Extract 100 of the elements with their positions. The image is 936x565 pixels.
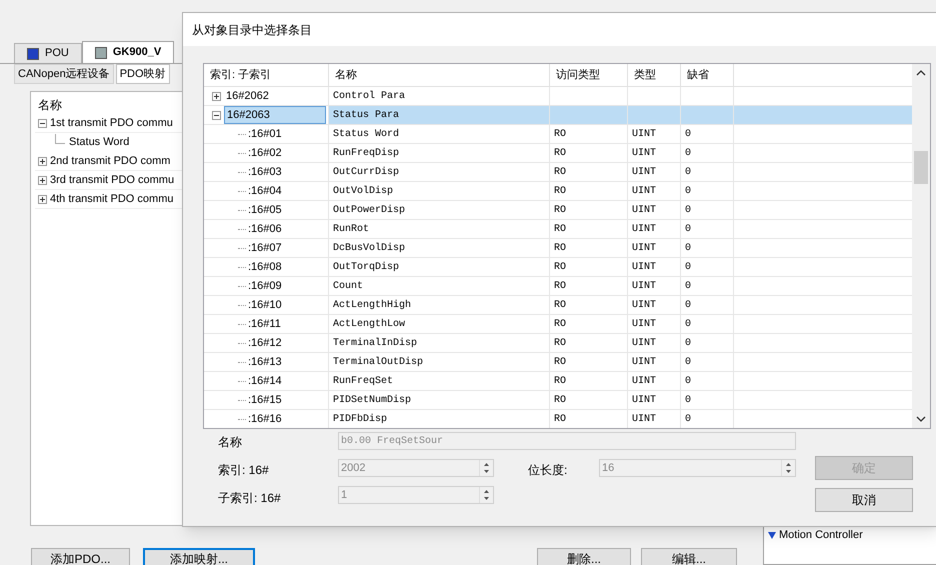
table-cell-text: RO <box>554 336 566 350</box>
table-cell-text: 16#2062 <box>225 88 270 104</box>
table-cell-text: OutTorqDisp <box>333 260 400 274</box>
tab[interactable]: GK900_V <box>82 41 174 63</box>
expand-icon[interactable] <box>212 92 221 100</box>
column-header[interactable]: 类型 <box>628 64 681 86</box>
table-cell: 16#2063 <box>224 106 326 124</box>
collapse-icon[interactable] <box>38 118 47 128</box>
field-label: 索引: 16# <box>218 462 269 479</box>
column-header[interactable]: 名称 <box>329 64 550 86</box>
table-cell-text: 0 <box>685 128 692 142</box>
table-cell-text: RO <box>554 318 566 332</box>
table-cell-text: PIDSetNumDisp <box>333 394 412 408</box>
table-cell-text: :16#14 <box>248 374 282 389</box>
table-cell-text: :16#07 <box>248 240 282 256</box>
table-cell-text: UINT <box>632 374 656 388</box>
tree-item[interactable]: 2nd transmit PDO comm <box>50 152 170 170</box>
table-cell-text: RO <box>554 280 566 294</box>
table-cell-text: OutVolDisp <box>333 184 394 198</box>
expand-icon[interactable] <box>38 194 47 204</box>
scrollbar-thumb[interactable] <box>914 151 928 184</box>
table-cell-text: UINT <box>632 204 656 218</box>
table-cell-text: RO <box>554 356 566 370</box>
table-cell-text: UINT <box>632 146 656 160</box>
scroll-up-icon[interactable] <box>916 70 926 76</box>
table-cell-text: UINT <box>632 318 656 332</box>
table-cell-text: UINT <box>632 394 656 408</box>
table-cell-text: 0 <box>685 280 692 294</box>
table-cell-text: 0 <box>685 242 692 256</box>
collapse-icon[interactable] <box>212 110 221 120</box>
table-cell-text: :16#13 <box>248 354 282 370</box>
table-cell-text: RO <box>554 260 566 274</box>
table-cell-text: 0 <box>685 356 692 370</box>
table-cell-text: OutPowerDisp <box>333 204 406 218</box>
table-cell-text: RO <box>554 242 566 256</box>
table-cell-text: UINT <box>632 166 656 180</box>
table-cell-text: RunFreqSet <box>333 374 394 388</box>
table-cell-text: UINT <box>632 356 656 370</box>
table-cell-text: :16#15 <box>248 392 282 408</box>
table-row[interactable]: 16#2063 Status Para <box>204 106 914 125</box>
button[interactable]: 添加映射... <box>143 548 255 565</box>
table-cell-text: :16#05 <box>248 202 282 218</box>
tree-item[interactable]: 3rd transmit PDO commu <box>50 172 174 188</box>
tree-item[interactable]: 1st transmit PDO commu <box>50 114 173 132</box>
field-label: 子索引: 16# <box>218 490 281 507</box>
table-cell-text: UINT <box>632 260 656 274</box>
tab[interactable]: POU <box>14 43 82 63</box>
collapse-icon[interactable] <box>768 532 776 538</box>
column-header[interactable]: 缺省 <box>681 64 734 86</box>
table-cell-text: :16#11 <box>248 316 281 332</box>
table-cell-text: ActLengthLow <box>333 318 406 332</box>
table-cell-text: 0 <box>685 336 692 350</box>
field-label: 位长度: <box>528 462 568 479</box>
table-cell-text: Status Para <box>333 108 400 122</box>
table-cell-text: PIDFbDisp <box>333 412 388 426</box>
table-cell-text: RO <box>554 298 566 312</box>
table-cell-text: 0 <box>685 318 692 332</box>
table-cell-text: :16#04 <box>248 184 282 199</box>
table-cell-text: ActLengthHigh <box>333 298 412 312</box>
table-cell-text: 0 <box>685 166 692 180</box>
button[interactable]: 删除... <box>537 548 631 565</box>
table-cell-text: :16#16 <box>248 412 282 427</box>
table-cell-text: :16#01 <box>248 126 282 142</box>
table-cell-text: :16#03 <box>248 164 282 180</box>
table-cell-text: OutCurrDisp <box>333 166 400 180</box>
column-header[interactable]: 访问类型 <box>550 64 628 86</box>
button[interactable]: 编辑... <box>641 548 737 565</box>
table-cell-text: :16#08 <box>248 260 282 275</box>
table-cell-text: Count <box>333 280 364 294</box>
table-cell-text: UINT <box>632 280 656 294</box>
table-cell-text: 0 <box>685 394 692 408</box>
table-cell-text: 0 <box>685 260 692 274</box>
tree-item[interactable]: Status Word <box>69 134 130 151</box>
button[interactable]: 取消 <box>815 488 913 512</box>
table-cell-text: 0 <box>685 412 692 426</box>
table-cell-text: 0 <box>685 204 692 218</box>
button[interactable]: 添加PDO... <box>31 548 130 565</box>
tree-item[interactable]: 4th transmit PDO commu <box>50 190 174 208</box>
table-cell-text: UINT <box>632 298 656 312</box>
table-cell-text: RO <box>554 166 566 180</box>
expand-icon[interactable] <box>38 156 47 166</box>
vertical-scrollbar[interactable] <box>912 64 930 428</box>
table-cell-text: RO <box>554 394 566 408</box>
table-cell-text: RO <box>554 374 566 388</box>
table-cell-text: DcBusVolDisp <box>333 242 406 256</box>
table-cell-text: UINT <box>632 128 656 142</box>
column-header[interactable]: 索引: 子索引 <box>204 64 329 86</box>
tab[interactable]: CANopen远程设备 <box>14 64 114 84</box>
table-cell-text: 0 <box>685 298 692 312</box>
table-cell-text: 0 <box>685 222 692 236</box>
table-cell-text: :16#10 <box>248 298 282 313</box>
table-cell-text: UINT <box>632 412 656 426</box>
scroll-down-icon[interactable] <box>916 416 926 422</box>
table-cell-text: :16#06 <box>248 222 282 237</box>
table-cell-text: RO <box>554 146 566 160</box>
table-cell-text: :16#09 <box>248 278 282 294</box>
table-cell-text: 0 <box>685 146 692 160</box>
expand-icon[interactable] <box>38 176 47 184</box>
column-header: 名称 <box>37 97 63 114</box>
tab[interactable]: PDO映射 <box>116 64 170 84</box>
